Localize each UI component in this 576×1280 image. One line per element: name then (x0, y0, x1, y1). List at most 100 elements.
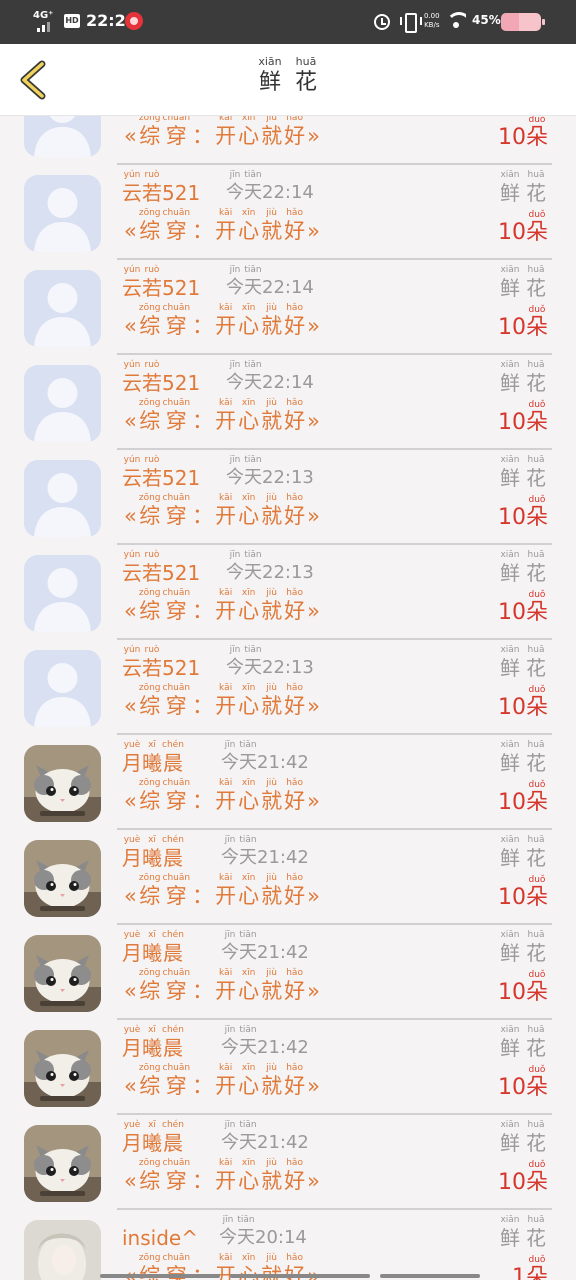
gift-record-row[interactable]: yuè 月 xī 曦 chén 晨 jīn 今 tiān 天 21:42 «zōng 综 chuān 穿… (0, 925, 576, 1020)
record-time: jīn 今 tiān 天 21:42 (221, 834, 309, 870)
ruby-char: jiù 就 (261, 778, 283, 813)
ruby-char: hǎo 好 (284, 1158, 306, 1193)
avatar[interactable] (24, 1125, 101, 1202)
ruby-char: huā 花 (526, 835, 546, 870)
default-avatar-icon (24, 460, 101, 537)
record-time: jīn 今 tiān 天 22:13 (226, 644, 314, 680)
gift-count: 10 duǒ 朵 (498, 116, 548, 150)
ruby-char: » (307, 124, 320, 148)
avatar[interactable] (24, 116, 101, 157)
ruby-char: xī 曦 (142, 930, 162, 965)
sender-name: yún 云 ruò 若 521 (122, 549, 200, 585)
avatar[interactable] (24, 840, 101, 917)
ruby-char: hǎo 好 (284, 683, 306, 718)
ruby-char: duǒ 朵 (525, 780, 548, 815)
avatar[interactable] (24, 1220, 101, 1280)
ruby-char: tiān 天 (239, 835, 257, 868)
gift-record-row[interactable]: yuè 月 xī 曦 chén 晨 jīn 今 tiān 天 21:42 «zōng 综 chuān 穿… (0, 735, 576, 830)
avatar[interactable] (24, 650, 101, 727)
ruby-char: jīn 今 (221, 1025, 239, 1058)
ruby-char: xiān 鲜 (500, 1025, 520, 1060)
ruby-char: jiù 就 (261, 493, 283, 528)
ruby-char: chuān 穿 (162, 1158, 191, 1193)
ruby-char: chuān 穿 (162, 778, 191, 813)
ruby-char: huā 花 (526, 170, 546, 205)
ruby-char: xīn 心 (238, 778, 260, 813)
gift-count-number: 10 (497, 790, 526, 815)
ruby-char: ： (192, 599, 214, 623)
back-button[interactable] (16, 60, 50, 100)
avatar[interactable] (24, 555, 101, 632)
ruby-char: chén 晨 (162, 1025, 184, 1060)
ruby-char: hǎo 好 (284, 116, 306, 148)
ruby-char: 521 (162, 276, 201, 300)
avatar[interactable] (24, 935, 101, 1012)
default-avatar-icon (24, 555, 101, 632)
ruby-char: ruò 若 (142, 170, 162, 205)
ruby-char: kāi 开 (215, 1063, 237, 1098)
gift-record-list[interactable]: yún云ruò若 521jīn今tiān天 22:14 «zōng综chuān穿… (0, 116, 576, 1280)
ruby-char: chén 晨 (162, 740, 184, 775)
ruby-char: jiù 就 (261, 1158, 283, 1193)
ruby-char: xī 曦 (142, 740, 162, 775)
gift-type: xiān 鲜 huā 花 (494, 549, 546, 585)
gift-record-row[interactable]: yún云ruò若 521jīn今tiān天 22:14 «zōng综chuān穿… (0, 165, 576, 260)
gift-record-row[interactable]: yún云ruò若 521jīn今tiān天 22:14 «zōng综chuān穿… (0, 355, 576, 450)
gift-record-row[interactable]: yún云ruò若 521jīn今tiān天 22:14 «zōng综chuān穿… (0, 116, 576, 165)
ruby-char: jiù 就 (261, 683, 283, 718)
ruby-char: ： (192, 789, 214, 813)
book-title: «zōng 综 chuān 穿 ： kāi 开 xīn 心 jiù 就 hǎo 好 » (124, 207, 322, 243)
ruby-char: yuè 月 (122, 740, 142, 775)
gift-record-row[interactable]: yún云ruò若 521jīn今tiān天 22:14 «zōng综chuān穿… (0, 260, 576, 355)
ruby-char: chén 晨 (162, 1120, 184, 1155)
gift-count: 10 duǒ 朵 (498, 874, 548, 910)
ruby-char: xī 曦 (142, 835, 162, 870)
ruby-char: xīn 心 (238, 968, 260, 1003)
avatar[interactable] (24, 365, 101, 442)
gift-record-row[interactable]: inside^ jīn 今 tiān 天 20:14 «zōng 综 chuān 穿 ： kāi… (0, 1210, 576, 1280)
ruby-char: jiù 就 (261, 1063, 283, 1098)
avatar[interactable] (24, 175, 101, 252)
sender-name: yuè 月 xī 曦 chén 晨 (122, 834, 184, 870)
avatar[interactable] (24, 460, 101, 537)
ruby-char: 21:42 (257, 847, 309, 868)
ruby-char: ruò 若 (142, 550, 162, 585)
ruby-char: 21:42 (257, 1132, 309, 1153)
ruby-char: 521 (162, 561, 201, 585)
gift-record-row[interactable]: yún 云 ruò 若 521 jīn 今 tiān 天 22:13 «zōng 综 chuān 穿… (0, 640, 576, 735)
book-title: «zōng 综 chuān 穿 ： kāi 开 xīn 心 jiù 就 hǎo 好 » (124, 302, 322, 338)
record-time: jīn 今 tiān 天 21:42 (221, 739, 309, 775)
ruby-char: chuān 穿 (162, 873, 191, 908)
ruby-char: hǎo 好 (284, 398, 306, 433)
gift-record-row[interactable]: yuè 月 xī 曦 chén 晨 jīn 今 tiān 天 21:42 «zōng 综 chuān 穿… (0, 1020, 576, 1115)
ruby-char: jīn 今 (226, 265, 244, 298)
ruby-char: » (307, 884, 320, 908)
gift-record-row[interactable]: yún 云 ruò 若 521 jīn 今 tiān 天 22:13 «zōng 综 chuān 穿… (0, 450, 576, 545)
title-char: 鲜 (258, 70, 281, 95)
ruby-char: jiù 就 (261, 968, 283, 1003)
ruby-char: kāi 开 (215, 208, 237, 243)
ruby-char: jīn 今 (221, 740, 239, 773)
gift-record-row[interactable]: yuè 月 xī 曦 chén 晨 jīn 今 tiān 天 21:42 «zōng 综 chuān 穿… (0, 1115, 576, 1210)
avatar[interactable] (24, 270, 101, 347)
ruby-char: « (124, 694, 137, 718)
ruby-char: zōng 综 (138, 1063, 161, 1098)
gift-type: xiān 鲜 huā 花 (494, 264, 546, 300)
net-rate: 0.00 KB/s (424, 12, 440, 29)
ruby-char: ： (192, 219, 214, 243)
ruby-char: duǒ 朵 (525, 305, 548, 340)
gift-record-row[interactable]: yuè 月 xī 曦 chén 晨 jīn 今 tiān 天 21:42 «zōng 综 chuān 穿… (0, 830, 576, 925)
ruby-char: duǒ 朵 (525, 116, 548, 150)
app-notification-icon (125, 12, 143, 30)
avatar[interactable] (24, 1030, 101, 1107)
ruby-char: ： (192, 314, 214, 338)
gift-count: 10 duǒ 朵 (498, 304, 548, 340)
ruby-char: ruò 若 (142, 360, 162, 395)
ruby-char: » (307, 789, 320, 813)
ruby-char: xīn 心 (238, 208, 260, 243)
alarm-icon (374, 14, 390, 30)
avatar[interactable] (24, 745, 101, 822)
ruby-char: xīn 心 (238, 1158, 260, 1193)
gift-record-row[interactable]: yún 云 ruò 若 521 jīn 今 tiān 天 22:13 «zōng 综 chuān 穿… (0, 545, 576, 640)
ruby-char: 521 (162, 466, 201, 490)
